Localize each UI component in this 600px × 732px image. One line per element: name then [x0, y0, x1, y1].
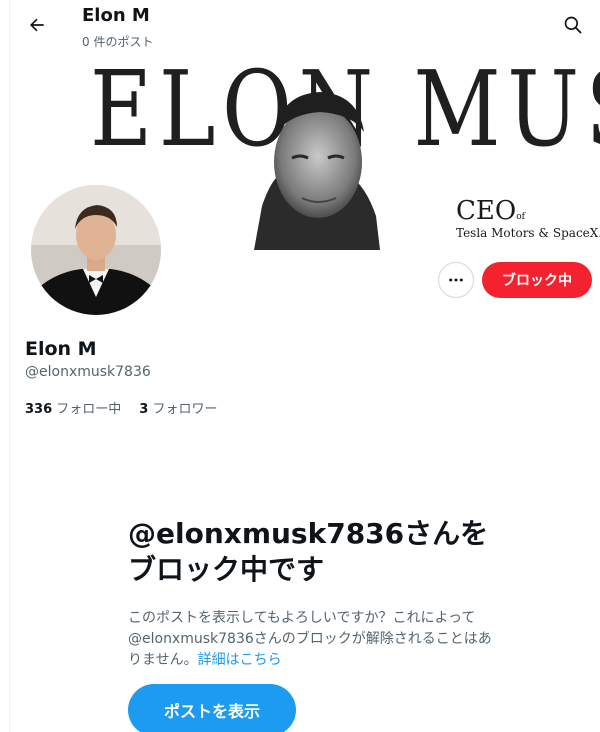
followers-count: 3	[139, 402, 149, 417]
following-count: 336	[25, 402, 53, 417]
ellipsis-icon	[449, 278, 463, 282]
banner-ceo: CEOof	[456, 196, 525, 226]
follow-stats: 336 フォロー中 3 フォロワー	[25, 398, 218, 417]
blocked-title: @elonxmusk7836さんをブロック中です	[128, 517, 489, 586]
banner-portrait	[254, 92, 380, 250]
banner-company: Tesla Motors & SpaceX.	[456, 226, 600, 240]
blocked-description-text: このポストを表示してもよろしいですか？これによって@elonxmusk7836さ…	[128, 610, 492, 668]
followers-label: フォロワー	[152, 402, 218, 417]
profile-header: Elon M 0 件のポスト	[10, 0, 600, 60]
display-name: Elon M	[25, 338, 97, 360]
learn-more-link[interactable]: 詳細はこちら	[198, 652, 282, 668]
arrow-left-icon	[30, 18, 44, 32]
avatar[interactable]	[28, 182, 164, 318]
user-handle: @elonxmusk7836	[25, 364, 151, 380]
following-link[interactable]: 336 フォロー中	[25, 398, 121, 417]
show-posts-button[interactable]: ポストを表示	[128, 684, 296, 732]
blocked-button[interactable]: ブロック中	[482, 262, 592, 298]
blocked-description: このポストを表示してもよろしいですか？これによって@elonxmusk7836さ…	[128, 608, 500, 671]
avatar-photo	[31, 185, 161, 315]
back-button[interactable]	[24, 12, 50, 38]
search-button[interactable]	[560, 12, 586, 38]
banner-ceo-of: of	[516, 212, 525, 222]
following-label: フォロー中	[56, 402, 122, 417]
header-title: Elon M	[82, 5, 150, 26]
post-count: 0 件のポスト	[82, 35, 154, 49]
search-icon	[564, 16, 582, 34]
more-button[interactable]	[438, 262, 474, 298]
blocked-notice: @elonxmusk7836さんをブロック中です このポストを表示してもよろしい…	[128, 516, 500, 671]
banner-ceo-text: CEO	[456, 196, 517, 226]
followers-link[interactable]: 3 フォロワー	[139, 398, 217, 417]
